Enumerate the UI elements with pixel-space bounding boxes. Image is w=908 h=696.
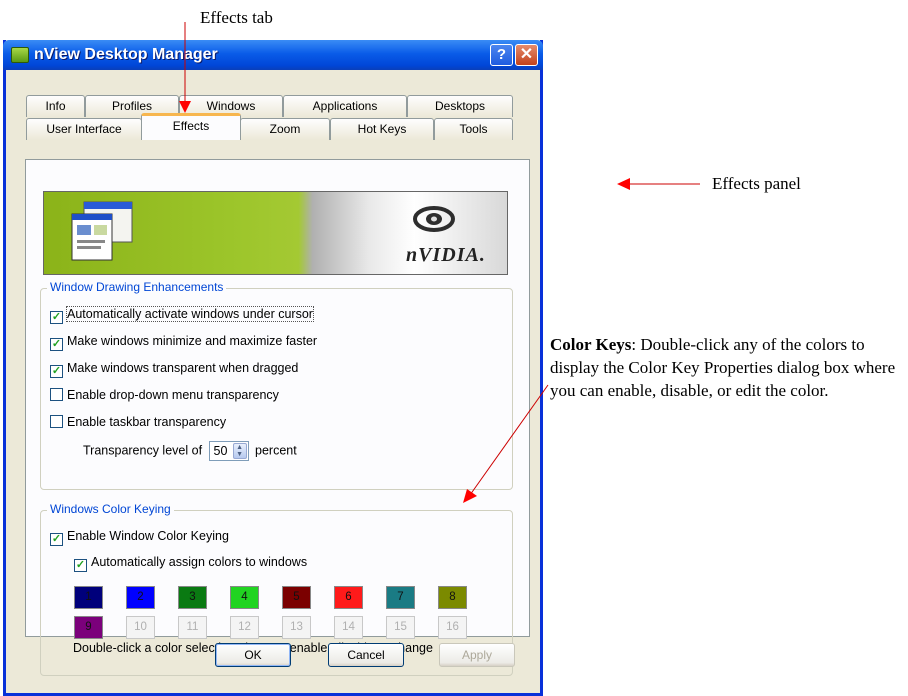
- option-label: Enable drop-down menu transparency: [67, 388, 279, 402]
- nview-app-icon: [11, 47, 29, 63]
- option-activate-under-cursor[interactable]: ✓ Automatically activate windows under cu…: [50, 306, 314, 324]
- color-key-swatch[interactable]: 4: [230, 586, 259, 609]
- option-label: Enable Window Color Keying: [67, 529, 229, 543]
- nvidia-eye-logo: [413, 206, 455, 232]
- transparency-level-row: Transparency level of 50 ▲ ▼ percent: [83, 441, 297, 461]
- option-transparent-dragged[interactable]: ✓ Make windows transparent when dragged: [50, 361, 298, 378]
- desktop-preview-icon: [71, 201, 133, 261]
- tab-applications[interactable]: Applications: [283, 95, 407, 117]
- tab-info[interactable]: Info: [26, 95, 85, 117]
- option-label: Automatically activate windows under cur…: [66, 306, 314, 322]
- checkbox[interactable]: [50, 415, 63, 428]
- option-label: Make windows transparent when dragged: [67, 361, 299, 375]
- checkbox[interactable]: ✓: [50, 533, 63, 546]
- window-drawing-legend: Window Drawing Enhancements: [47, 280, 227, 294]
- tab-tools[interactable]: Tools: [434, 118, 513, 140]
- option-label: Enable taskbar transparency: [67, 415, 227, 429]
- nvidia-logo-text: nVIDIA.: [406, 244, 486, 266]
- transparency-spinner[interactable]: 50 ▲ ▼: [208, 441, 249, 461]
- tab-desktops[interactable]: Desktops: [407, 95, 513, 117]
- color-key-swatch[interactable]: 7: [386, 586, 415, 609]
- color-key-swatch[interactable]: 10: [126, 616, 155, 639]
- window-title: nView Desktop Manager: [34, 46, 218, 63]
- effects-panel: nVIDIA. Window Drawing Enhancements ✓ Aut…: [25, 159, 530, 676]
- option-minimize-maximize-faster[interactable]: ✓ Make windows minimize and maximize fast…: [50, 334, 317, 351]
- color-key-swatch[interactable]: 16: [438, 616, 467, 639]
- checkbox[interactable]: ✓: [74, 559, 87, 572]
- color-key-swatch[interactable]: 13: [282, 616, 311, 639]
- ok-button[interactable]: OK: [215, 643, 291, 667]
- color-key-swatch[interactable]: 12: [230, 616, 259, 639]
- tab-effects[interactable]: Effects: [141, 113, 241, 140]
- checkbox[interactable]: ✓: [50, 311, 63, 324]
- effects-panel-arrowhead: [617, 178, 630, 190]
- apply-button[interactable]: Apply: [439, 643, 515, 667]
- checkbox[interactable]: ✓: [50, 338, 63, 351]
- option-label: Make windows minimize and maximize faste…: [67, 334, 318, 348]
- close-button[interactable]: ✕: [515, 44, 538, 66]
- spinner-arrows-icon[interactable]: ▲ ▼: [232, 443, 247, 459]
- color-key-swatch[interactable]: 3: [178, 586, 207, 609]
- color-key-swatch[interactable]: 9: [74, 616, 103, 639]
- option-menu-transparency[interactable]: Enable drop-down menu transparency: [50, 388, 279, 402]
- color-key-swatch[interactable]: 8: [438, 586, 467, 609]
- option-label: Automatically assign colors to windows: [91, 555, 308, 569]
- tab-hot-keys[interactable]: Hot Keys: [330, 118, 434, 140]
- color-key-swatch[interactable]: 1: [74, 586, 103, 609]
- color-key-swatch[interactable]: 5: [282, 586, 311, 609]
- transparency-prefix: Transparency level of: [83, 443, 203, 458]
- transparency-suffix: percent: [255, 443, 297, 458]
- color-keys-annotation-title: Color Keys: [550, 335, 632, 354]
- option-enable-color-keying[interactable]: ✓ Enable Window Color Keying: [50, 529, 229, 546]
- cancel-button[interactable]: Cancel: [328, 643, 404, 667]
- help-button[interactable]: ?: [490, 44, 513, 66]
- color-key-swatch[interactable]: 6: [334, 586, 363, 609]
- tab-user-interface[interactable]: User Interface: [26, 118, 142, 140]
- effects-panel-annotation: Effects panel: [712, 174, 801, 193]
- effects-tab-annotation: Effects tab: [200, 8, 273, 27]
- nview-dialog-window: nView Desktop Manager ? ✕ Info Profiles …: [3, 40, 543, 696]
- color-key-swatch[interactable]: 15: [386, 616, 415, 639]
- tab-zoom[interactable]: Zoom: [240, 118, 330, 140]
- option-auto-assign-colors[interactable]: ✓ Automatically assign colors to windows: [74, 555, 307, 572]
- color-keying-legend: Windows Color Keying: [47, 502, 174, 516]
- color-keys-annotation: Color Keys: Double-click any of the colo…: [550, 333, 908, 402]
- checkbox[interactable]: [50, 388, 63, 401]
- transparency-value[interactable]: 50: [214, 444, 228, 458]
- nvidia-banner: nVIDIA.: [43, 191, 508, 275]
- color-key-swatch[interactable]: 2: [126, 586, 155, 609]
- window-drawing-group: Window Drawing Enhancements ✓ Automatical…: [40, 280, 513, 490]
- color-key-swatch[interactable]: 11: [178, 616, 207, 639]
- color-key-swatch[interactable]: 14: [334, 616, 363, 639]
- option-taskbar-transparency[interactable]: Enable taskbar transparency: [50, 415, 226, 429]
- title-bar[interactable]: nView Desktop Manager ? ✕: [3, 40, 543, 70]
- checkbox[interactable]: ✓: [50, 365, 63, 378]
